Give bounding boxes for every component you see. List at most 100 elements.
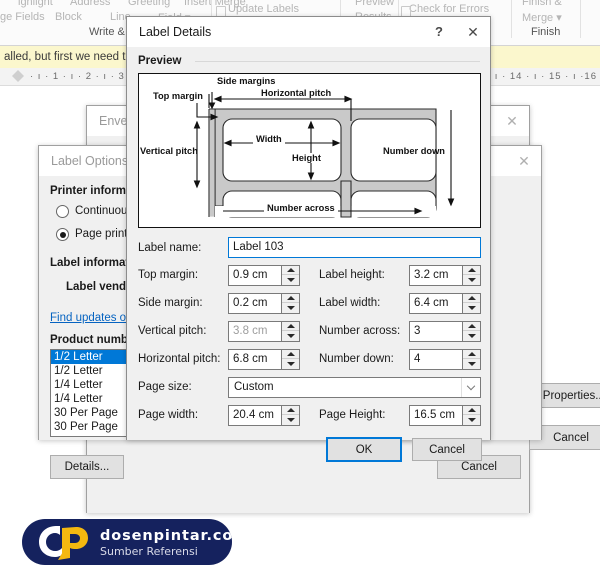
vertical-pitch-stepper[interactable]: 3.8 cm <box>228 321 300 342</box>
top-margin-label: Top margin: <box>138 269 199 281</box>
help-icon[interactable]: ? <box>422 17 456 47</box>
side-margin-label: Side margin: <box>138 297 203 309</box>
ribbon-item-preview[interactable]: Preview <box>355 0 394 8</box>
horizontal-pitch-spinner-buttons[interactable] <box>281 349 300 370</box>
page-printers-radio[interactable] <box>56 228 69 241</box>
page-size-combobox[interactable]: Custom <box>228 377 481 398</box>
ruler-ticks-right: · ı · 14 · ı · 15 · ı ·16 <box>487 71 597 82</box>
ribbon-group-finish: Finish <box>531 26 561 38</box>
number-across-stepper[interactable]: 3 <box>409 321 481 342</box>
diagram-label-number-down: Number down <box>383 146 445 156</box>
top-margin-stepper[interactable]: 0.9 cm <box>228 265 300 286</box>
ribbon-item-highlight[interactable]: ighlight <box>18 0 53 8</box>
diagram-label-height: Height <box>289 153 324 163</box>
find-updates-link[interactable]: Find updates o <box>50 312 126 324</box>
ok-button-label: OK <box>355 443 373 456</box>
number-down-label: Number down: <box>319 353 394 365</box>
horizontal-pitch-label: Horizontal pitch: <box>138 353 221 365</box>
label-width-label: Label width: <box>319 297 381 309</box>
page-height-value[interactable]: 16.5 cm <box>409 405 462 426</box>
vertical-pitch-value[interactable]: 3.8 cm <box>228 321 281 342</box>
label-information-label: Label informati <box>50 257 133 269</box>
side-margin-spinner-buttons[interactable] <box>281 293 300 314</box>
list-item[interactable]: 30 Per Page <box>51 406 135 420</box>
label-options-cancel-button-label: Cancel <box>461 461 497 473</box>
ok-button[interactable]: OK <box>326 437 402 462</box>
number-down-stepper[interactable]: 4 <box>409 349 481 370</box>
close-icon[interactable]: ✕ <box>456 17 490 47</box>
page-printers-label: Page print <box>75 228 128 240</box>
label-height-spinner-buttons[interactable] <box>462 265 481 286</box>
label-details-cancel-button[interactable]: Cancel <box>412 438 482 461</box>
diagram-label-horizontal-pitch: Horizontal pitch <box>261 88 332 98</box>
ribbon-item-block[interactable]: Block <box>55 11 82 23</box>
ribbon-group-write: Write & <box>89 26 125 38</box>
indent-marker-icon[interactable] <box>12 70 25 85</box>
ribbon-item-merge-dropdown[interactable]: Merge ▾ <box>522 11 562 24</box>
side-margin-stepper[interactable]: 0.2 cm <box>228 293 300 314</box>
logo-site-name: dosenpintar.com <box>100 528 232 544</box>
product-number-label: Product numbe <box>50 334 135 346</box>
label-options-title: Label Options <box>51 154 129 168</box>
diagram-label-width: Width <box>253 134 285 144</box>
continuous-feed-radio[interactable] <box>56 205 69 218</box>
page-height-label: Page Height: <box>319 409 386 421</box>
label-width-value[interactable]: 6.4 cm <box>409 293 462 314</box>
product-number-listbox[interactable]: 1/2 Letter 1/2 Letter 1/4 Letter 1/4 Let… <box>50 349 136 437</box>
ribbon-item-update-labels[interactable]: Update Labels <box>228 3 299 15</box>
label-height-label: Label height: <box>319 269 385 281</box>
page-height-spinner-buttons[interactable] <box>462 405 481 426</box>
side-margin-value[interactable]: 0.2 cm <box>228 293 281 314</box>
dp-logo-icon <box>39 526 88 560</box>
page-width-label: Page width: <box>138 409 199 421</box>
list-item[interactable]: 1/4 Letter <box>51 378 135 392</box>
chevron-down-icon[interactable] <box>461 378 480 397</box>
label-details-title: Label Details <box>139 25 212 39</box>
ruler-ticks-left: · ı · 1 · ı · 2 · ı · 3 <box>30 71 125 82</box>
diagram-label-top-margin: Top margin <box>153 91 203 101</box>
ribbon-item-merge-fields[interactable]: ge Fields <box>0 11 45 23</box>
list-item[interactable]: 1/2 Letter <box>51 364 135 378</box>
ribbon-item-finish-merge[interactable]: Finish & <box>522 0 562 8</box>
ribbon-item-check-errors[interactable]: Check for Errors <box>409 3 489 15</box>
site-logo: dosenpintar.com Sumber Referensi <box>22 519 232 565</box>
number-down-value[interactable]: 4 <box>409 349 462 370</box>
list-item[interactable]: 1/4 Letter <box>51 392 135 406</box>
list-item[interactable]: 1/2 Letter <box>51 350 135 364</box>
diagram-label-vertical-pitch: Vertical pitch <box>140 146 198 156</box>
page-width-stepper[interactable]: 20.4 cm <box>228 405 300 426</box>
label-options-close-icon[interactable]: ✕ <box>507 146 541 176</box>
horizontal-pitch-stepper[interactable]: 6.8 cm <box>228 349 300 370</box>
label-width-spinner-buttons[interactable] <box>462 293 481 314</box>
printer-information-label: Printer informat <box>50 185 137 197</box>
number-across-spinner-buttons[interactable] <box>462 321 481 342</box>
number-across-value[interactable]: 3 <box>409 321 462 342</box>
details-button[interactable]: Details... <box>50 455 124 479</box>
label-preview-diagram: Side margins Top margin Horizontal pitch… <box>138 73 481 228</box>
top-margin-spinner-buttons[interactable] <box>281 265 300 286</box>
vertical-pitch-spinner-buttons[interactable] <box>281 321 300 342</box>
page-width-spinner-buttons[interactable] <box>281 405 300 426</box>
label-details-titlebar: Label Details ? ✕ <box>127 17 490 47</box>
ribbon-item-greeting[interactable]: Greeting <box>128 0 170 8</box>
vertical-pitch-label: Vertical pitch: <box>138 325 207 337</box>
logo-tagline: Sumber Referensi <box>100 545 198 558</box>
label-height-stepper[interactable]: 3.2 cm <box>409 265 481 286</box>
label-details-cancel-button-label: Cancel <box>429 443 465 456</box>
label-height-value[interactable]: 3.2 cm <box>409 265 462 286</box>
label-name-input[interactable]: Label 103 <box>228 237 481 258</box>
label-details-dialog: Label Details ? ✕ Preview Side margins T… <box>126 16 491 462</box>
ribbon-item-address[interactable]: Address <box>70 0 110 8</box>
number-down-spinner-buttons[interactable] <box>462 349 481 370</box>
envelopes-cancel-button-label: Cancel <box>553 431 589 444</box>
details-button-label: Details... <box>64 461 110 473</box>
diagram-label-side-margins: Side margins <box>217 76 276 86</box>
page-height-stepper[interactable]: 16.5 cm <box>409 405 481 426</box>
list-item[interactable]: 30 Per Page <box>51 420 135 434</box>
top-margin-value[interactable]: 0.9 cm <box>228 265 281 286</box>
envelopes-close-icon[interactable]: ✕ <box>495 106 529 136</box>
page-width-value[interactable]: 20.4 cm <box>228 405 281 426</box>
label-width-stepper[interactable]: 6.4 cm <box>409 293 481 314</box>
horizontal-pitch-value[interactable]: 6.8 cm <box>228 349 281 370</box>
preview-group-label: Preview <box>138 55 182 67</box>
